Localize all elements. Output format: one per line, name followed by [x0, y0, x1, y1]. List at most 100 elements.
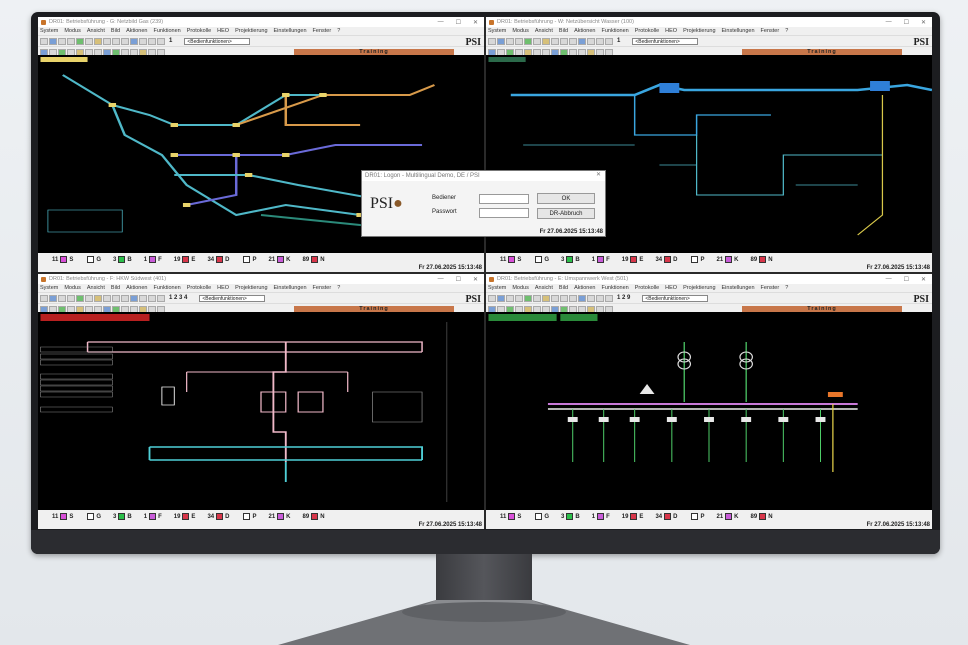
close-icon[interactable]: ✕: [473, 276, 478, 283]
function-select[interactable]: <Bedienfunktionen>: [199, 294, 266, 302]
menu-item[interactable]: ?: [337, 285, 340, 291]
page-selector[interactable]: 1 2 9: [617, 295, 630, 301]
toolbar-button[interactable]: [560, 37, 568, 45]
toolbar-button[interactable]: [524, 37, 532, 45]
toolbar-button[interactable]: [130, 37, 138, 45]
menu-item[interactable]: HEO: [665, 28, 677, 34]
menu-item[interactable]: Ansicht: [87, 28, 105, 34]
menu-item[interactable]: Bild: [111, 28, 120, 34]
menu-item[interactable]: Bild: [559, 28, 568, 34]
alarm-counter[interactable]: P: [241, 513, 256, 520]
alarm-counter[interactable]: G: [85, 513, 101, 520]
toolbar-button[interactable]: [121, 294, 129, 302]
toolbar-button[interactable]: [94, 294, 102, 302]
toolbar-button[interactable]: [515, 37, 523, 45]
toolbar-button[interactable]: [85, 294, 93, 302]
toolbar-button[interactable]: [58, 37, 66, 45]
alarm-counter[interactable]: 11 S: [52, 513, 73, 520]
menu-item[interactable]: HEO: [665, 285, 677, 291]
toolbar-button[interactable]: [506, 294, 514, 302]
menu-item[interactable]: System: [40, 28, 58, 34]
toolbar-button[interactable]: [560, 294, 568, 302]
process-diagram[interactable]: [486, 312, 932, 510]
alarm-counter[interactable]: 3B: [561, 513, 580, 520]
toolbar-button[interactable]: [40, 294, 48, 302]
password-field[interactable]: [479, 208, 529, 218]
toolbar-button[interactable]: [139, 37, 147, 45]
toolbar-button[interactable]: [533, 37, 541, 45]
toolbar-button[interactable]: [67, 294, 75, 302]
menu-item[interactable]: Aktionen: [126, 28, 147, 34]
menu-item[interactable]: System: [488, 28, 506, 34]
minimize-icon[interactable]: —: [438, 19, 444, 26]
menu-item[interactable]: Einstellungen: [274, 28, 307, 34]
toolbar-button[interactable]: [121, 37, 129, 45]
alarm-counter[interactable]: 34 D: [655, 513, 677, 520]
toolbar-button[interactable]: [596, 294, 604, 302]
alarm-counter[interactable]: 11 S: [500, 513, 521, 520]
toolbar-button[interactable]: [578, 294, 586, 302]
alarm-counter[interactable]: 34 D: [207, 513, 229, 520]
close-icon[interactable]: ✕: [921, 276, 926, 283]
menu-item[interactable]: Ansicht: [87, 285, 105, 291]
toolbar-button[interactable]: [551, 294, 559, 302]
menu-item[interactable]: Funktionen: [153, 28, 180, 34]
toolbar-button[interactable]: [605, 37, 613, 45]
toolbar-button[interactable]: [587, 294, 595, 302]
toolbar-button[interactable]: [569, 37, 577, 45]
close-icon[interactable]: ✕: [921, 19, 926, 26]
menu-item[interactable]: Modus: [512, 285, 529, 291]
alarm-counter[interactable]: 3B: [113, 256, 132, 263]
close-icon[interactable]: ✕: [596, 171, 601, 178]
toolbar-button[interactable]: [148, 37, 156, 45]
menu-item[interactable]: Funktionen: [601, 28, 628, 34]
toolbar-button[interactable]: [130, 294, 138, 302]
page-selector[interactable]: 1: [169, 38, 172, 44]
toolbar-button[interactable]: [76, 37, 84, 45]
toolbar-button[interactable]: [569, 294, 577, 302]
menu-item[interactable]: Einstellungen: [274, 285, 307, 291]
menu-item[interactable]: ?: [785, 285, 788, 291]
alarm-counter[interactable]: G: [85, 256, 101, 263]
toolbar-button[interactable]: [524, 294, 532, 302]
menu-item[interactable]: Modus: [64, 285, 81, 291]
menu-item[interactable]: Protokolle: [187, 28, 211, 34]
toolbar-button[interactable]: [542, 294, 550, 302]
menu-item[interactable]: Fenster: [761, 28, 780, 34]
toolbar-button[interactable]: [139, 294, 147, 302]
maximize-icon[interactable]: ☐: [456, 19, 461, 26]
alarm-counter[interactable]: 34 D: [655, 256, 677, 263]
toolbar-button[interactable]: [497, 37, 505, 45]
toolbar-button[interactable]: [587, 37, 595, 45]
alarm-counter[interactable]: 1F: [592, 256, 610, 263]
menu-item[interactable]: System: [40, 285, 58, 291]
menu-item[interactable]: Protokolle: [635, 285, 659, 291]
menu-item[interactable]: Protokolle: [187, 285, 211, 291]
alarm-counter[interactable]: 34 D: [207, 256, 229, 263]
toolbar-button[interactable]: [515, 294, 523, 302]
menu-item[interactable]: Bild: [111, 285, 120, 291]
menu-item[interactable]: Aktionen: [574, 285, 595, 291]
alarm-counter[interactable]: 19 E: [622, 513, 643, 520]
alarm-counter[interactable]: 3B: [113, 513, 132, 520]
alarm-counter[interactable]: G: [533, 256, 549, 263]
menu-item[interactable]: Aktionen: [126, 285, 147, 291]
ok-button[interactable]: OK: [537, 193, 595, 204]
menu-item[interactable]: HEO: [217, 28, 229, 34]
menu-item[interactable]: Fenster: [761, 285, 780, 291]
toolbar-button[interactable]: [605, 294, 613, 302]
alarm-counter[interactable]: 3B: [561, 256, 580, 263]
toolbar-button[interactable]: [578, 37, 586, 45]
page-selector[interactable]: 1 2 3 4: [169, 295, 187, 301]
toolbar-button[interactable]: [76, 294, 84, 302]
menu-item[interactable]: System: [488, 285, 506, 291]
alarm-counter[interactable]: 19 E: [174, 256, 195, 263]
menu-item[interactable]: HEO: [217, 285, 229, 291]
function-select[interactable]: <Bedienfunktionen>: [642, 294, 709, 302]
toolbar-button[interactable]: [94, 37, 102, 45]
alarm-counter[interactable]: P: [689, 513, 704, 520]
menu-item[interactable]: Funktionen: [153, 285, 180, 291]
alarm-counter[interactable]: 19 E: [622, 256, 643, 263]
menu-item[interactable]: ?: [337, 28, 340, 34]
menu-item[interactable]: Einstellungen: [722, 28, 755, 34]
